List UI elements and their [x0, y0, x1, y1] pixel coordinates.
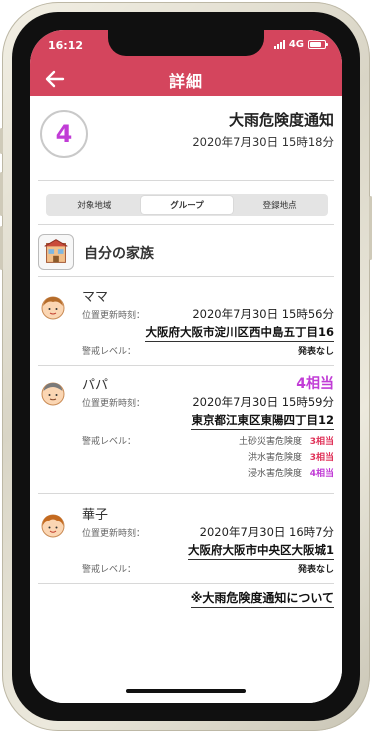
divider — [38, 276, 334, 277]
house-icon — [38, 234, 74, 270]
risk-value: 3相当 — [309, 437, 334, 447]
warning-label: 警戒レベル： — [82, 347, 137, 357]
warning-label: 警戒レベル： — [82, 565, 137, 575]
updated-time: 2020年7月30日 15時56分 — [192, 307, 334, 321]
risk-value: 3相当 — [309, 453, 334, 463]
member-level: 4相当 — [296, 376, 334, 392]
member-name: パパ — [82, 378, 109, 393]
member-name: ママ — [82, 290, 109, 305]
member-name: 華子 — [82, 508, 109, 523]
alert-level-badge: 4 — [40, 110, 88, 158]
volume-up-button — [0, 172, 3, 216]
status-indicators: 4G — [273, 39, 328, 50]
updated-label: 位置更新時刻： — [82, 311, 146, 321]
updated-label: 位置更新時刻： — [82, 399, 146, 409]
warning-label: 警戒レベル： — [82, 437, 137, 447]
risk-row-flood: 洪水害危険度 3相当 — [248, 450, 334, 463]
member-address[interactable]: 東京都江東区東陽四丁目12 — [191, 412, 334, 430]
member-item[interactable]: 華子 位置更新時刻： 2020年7月30日 16時7分 大阪府大阪市中央区大阪城… — [30, 504, 342, 580]
member-address[interactable]: 大阪府大阪市淀川区西中島五丁目16 — [145, 324, 334, 342]
updated-label: 位置更新時刻： — [82, 529, 146, 539]
battery-icon — [308, 40, 328, 49]
divider — [38, 365, 334, 366]
member-item[interactable]: パパ 4相当 位置更新時刻： 2020年7月30日 15時59分 東京都江東区東… — [30, 374, 342, 486]
divider — [38, 224, 334, 225]
warning-status: 発表なし — [297, 347, 334, 357]
avatar-mama-icon — [41, 296, 65, 320]
risk-label: 浸水害危険度 — [247, 469, 302, 479]
risk-row-inundation: 浸水害危険度 4相当 — [248, 466, 334, 479]
risk-row-landslide: 土砂災害危険度 3相当 — [239, 434, 334, 447]
risk-label: 土砂災害危険度 — [238, 437, 302, 447]
group-name: 自分の家族 — [84, 246, 154, 262]
tab-target-area[interactable]: 対象地域 — [48, 196, 141, 214]
risk-value: 4相当 — [309, 469, 334, 479]
avatar-hanako-icon — [41, 514, 65, 538]
member-item[interactable]: ママ 位置更新時刻： 2020年7月30日 15時56分 大阪府大阪市淀川区西中… — [30, 286, 342, 362]
main-content: 4 大雨危険度通知 2020年7月30日 15時18分 対象地域 グループ 登録… — [30, 96, 342, 703]
side-button — [0, 128, 3, 154]
volume-down-button — [0, 226, 3, 270]
signal-icon — [273, 40, 285, 49]
member-address[interactable]: 大阪府大阪市中央区大阪城1 — [187, 542, 334, 560]
network-label: 4G — [288, 39, 304, 50]
divider — [38, 180, 334, 181]
page-title: 詳細 — [168, 72, 203, 91]
divider — [38, 583, 334, 584]
alert-datetime: 2020年7月30日 15時18分 — [192, 135, 334, 149]
updated-time: 2020年7月30日 16時7分 — [199, 525, 334, 539]
updated-time: 2020年7月30日 15時59分 — [192, 395, 334, 409]
notch — [108, 30, 264, 56]
avatar-papa-icon — [41, 382, 65, 406]
status-time: 16:12 — [48, 39, 84, 52]
warning-status: 発表なし — [297, 565, 334, 575]
divider — [38, 493, 334, 494]
about-alert-link[interactable]: ※大雨危険度通知について — [190, 589, 334, 608]
tab-group[interactable]: グループ — [140, 196, 234, 214]
tab-registered-points[interactable]: 登録地点 — [233, 196, 326, 214]
screen: 16:12 4G 詳細 4 大雨危険度通知 2020年7月30日 15時18分 … — [30, 30, 342, 703]
home-indicator[interactable] — [126, 689, 246, 693]
segmented-tabs: 対象地域 グループ 登録地点 — [46, 194, 328, 216]
alert-title: 大雨危険度通知 — [228, 111, 334, 129]
risk-label: 洪水害危険度 — [247, 453, 302, 463]
